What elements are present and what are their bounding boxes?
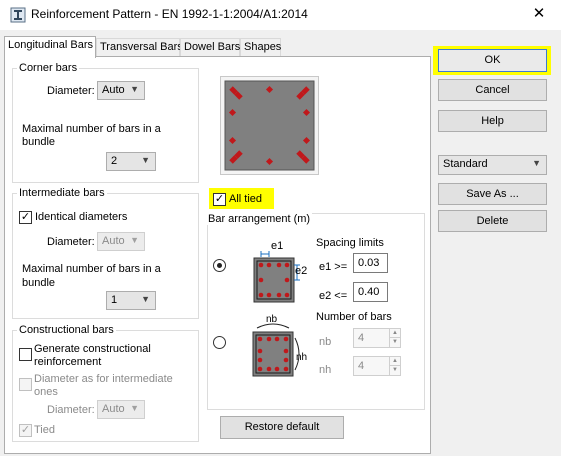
tied-label: Tied	[34, 424, 55, 436]
ok-button[interactable]: OK	[438, 49, 547, 72]
spacing-limits-label: Spacing limits	[316, 237, 384, 249]
nb-label: nb	[319, 336, 332, 348]
nb-stepper[interactable]: 4 ▲ ▼	[353, 328, 401, 348]
e2-label: e2 <=	[319, 290, 348, 302]
chevron-down-icon: ▼	[130, 235, 139, 245]
corner-max-bars-label-2: bundle	[22, 136, 56, 148]
window-title: Reinforcement Pattern - EN 1992-1-1:2004…	[31, 7, 308, 21]
nh-stepper[interactable]: 4 ▲ ▼	[353, 356, 401, 376]
constructional-diameter-select[interactable]: Auto ▼	[97, 400, 145, 419]
nh-label: nh	[319, 364, 332, 376]
e1-input[interactable]: 0.03	[353, 253, 388, 273]
identical-diameters-label: Identical diameters	[35, 211, 128, 223]
tab-dowel-bars[interactable]: Dowel Bars	[180, 38, 240, 57]
generate-constructional-label-2: reinforcement	[34, 356, 102, 368]
corner-diameter-select[interactable]: Auto ▼	[97, 81, 145, 100]
tab-shapes[interactable]: Shapes	[240, 38, 281, 57]
generate-constructional-checkbox[interactable]	[19, 348, 32, 361]
corner-diameter-label: Diameter:	[47, 85, 95, 97]
preset-select[interactable]: Standard ▼	[438, 155, 547, 175]
all-tied-checkbox[interactable]: ✓	[213, 193, 226, 206]
save-as-button[interactable]: Save As ...	[438, 183, 547, 205]
close-icon[interactable]: ✕	[525, 2, 553, 26]
chevron-down-icon: ▼	[141, 155, 150, 165]
intermediate-max-bars-label-2: bundle	[22, 277, 56, 289]
arrangement-spacing-radio[interactable]	[213, 259, 226, 272]
tied-checkbox[interactable]: ✓	[19, 424, 32, 437]
help-button[interactable]: Help	[438, 110, 547, 132]
corner-max-bars-select[interactable]: 2 ▼	[106, 152, 156, 171]
intermediate-diameter-label: Diameter:	[47, 236, 95, 248]
tab-transversal-bars[interactable]: Transversal Bars	[96, 38, 183, 57]
constructional-diameter-label: Diameter:	[47, 404, 95, 416]
tab-longitudinal-bars[interactable]: Longitudinal Bars	[4, 36, 96, 58]
e1-label: e1 >=	[319, 261, 348, 273]
diameter-as-intermediate-label-1: Diameter as for intermediate	[34, 373, 173, 385]
intermediate-diameter-select[interactable]: Auto ▼	[97, 232, 145, 251]
app-icon	[10, 7, 26, 23]
spin-down-icon[interactable]: ▼	[389, 366, 400, 375]
generate-constructional-label-1: Generate constructional	[34, 343, 151, 355]
chevron-down-icon: ▼	[141, 294, 150, 304]
title-bar: Reinforcement Pattern - EN 1992-1-1:2004…	[0, 0, 561, 30]
arrangement-count-radio[interactable]	[213, 336, 226, 349]
delete-button[interactable]: Delete	[438, 210, 547, 232]
corner-bars-title: Corner bars	[17, 62, 80, 74]
number-of-bars-label: Number of bars	[316, 311, 392, 323]
spin-down-icon[interactable]: ▼	[389, 338, 400, 347]
diameter-as-intermediate-label-2: ones	[34, 386, 58, 398]
restore-default-button[interactable]: Restore default	[220, 416, 344, 439]
intermediate-bars-title: Intermediate bars	[17, 187, 107, 199]
section-preview	[220, 76, 319, 175]
chevron-down-icon: ▼	[130, 403, 139, 413]
bar-arrangement-title: Bar arrangement (m)	[206, 213, 313, 225]
intermediate-max-bars-label-1: Maximal number of bars in a	[22, 263, 161, 275]
constructional-bars-title: Constructional bars	[17, 324, 116, 336]
diagram-e2-label: e2	[295, 265, 308, 277]
spin-up-icon[interactable]: ▲	[389, 357, 400, 366]
spin-up-icon[interactable]: ▲	[389, 329, 400, 338]
chevron-down-icon: ▼	[532, 158, 541, 168]
cancel-button[interactable]: Cancel	[438, 79, 547, 101]
corner-max-bars-label-1: Maximal number of bars in a	[22, 123, 161, 135]
identical-diameters-checkbox[interactable]: ✓	[19, 211, 32, 224]
count-diagram	[252, 323, 300, 377]
intermediate-max-bars-select[interactable]: 1 ▼	[106, 291, 156, 310]
diagram-e1-label: e1	[271, 240, 284, 252]
chevron-down-icon: ▼	[130, 84, 139, 94]
diameter-as-intermediate-checkbox[interactable]	[19, 378, 32, 391]
diagram-nh-label: nh	[296, 352, 308, 363]
diagram-nb-label: nb	[266, 314, 278, 325]
e2-input[interactable]: 0.40	[353, 282, 388, 302]
all-tied-label: All tied	[229, 193, 263, 205]
